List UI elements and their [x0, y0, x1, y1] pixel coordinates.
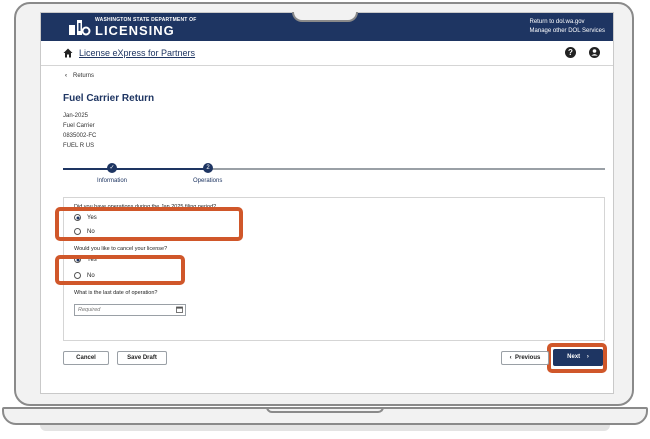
- user-account-icon[interactable]: [589, 47, 600, 58]
- stepper-line-complete: [63, 168, 209, 170]
- highlight-cancel-question: [55, 255, 185, 285]
- return-to-dol-link[interactable]: Return to dol.wa.gov: [530, 18, 605, 27]
- meta-license-number: 0835002-FC: [63, 133, 97, 139]
- app-header: License eXpress for Partners ?: [41, 41, 613, 66]
- chevron-left-icon: ‹: [65, 73, 67, 79]
- next-button[interactable]: Next ›: [553, 349, 603, 366]
- stepper-line-remaining: [209, 168, 605, 170]
- meta-business-name: FUEL R US: [63, 143, 95, 149]
- step-information-check-icon: ✓: [107, 163, 117, 173]
- agency-name-big: LICENSING: [95, 22, 175, 38]
- home-icon[interactable]: [63, 48, 73, 58]
- dol-logo-icon: [69, 20, 91, 36]
- help-icon[interactable]: ?: [565, 47, 576, 58]
- next-label: Next: [567, 354, 581, 360]
- laptop-screen: WASHINGTON STATE DEPARTMENT OF LICENSING…: [40, 12, 614, 394]
- progress-stepper: ✓ 2 Information Operations: [63, 163, 605, 187]
- save-draft-button[interactable]: Save Draft: [117, 351, 167, 365]
- highlight-operations-question: [55, 207, 243, 241]
- meta-license-type: Fuel Carrier: [63, 123, 95, 129]
- calendar-icon[interactable]: [176, 306, 183, 313]
- return-metadata: Jan-2025 Fuel Carrier 0835002-FC FUEL R …: [63, 111, 96, 151]
- laptop-base-foot: [40, 425, 610, 431]
- cancel-button[interactable]: Cancel: [63, 351, 109, 365]
- previous-button[interactable]: ‹ Previous: [501, 351, 549, 365]
- agency-name-small: WASHINGTON STATE DEPARTMENT OF: [95, 16, 197, 23]
- step-operations-number: 2: [203, 163, 213, 173]
- laptop-camera-notch: [292, 12, 358, 22]
- step-operations-label: Operations: [193, 178, 223, 184]
- page-title: Fuel Carrier Return: [63, 93, 155, 104]
- step-information-label[interactable]: Information: [97, 178, 127, 184]
- previous-label: Previous: [514, 355, 541, 361]
- chevron-right-icon: ›: [586, 354, 589, 360]
- top-links: Return to dol.wa.gov Manage other DOL Se…: [530, 18, 605, 36]
- chevron-left-icon: ‹: [509, 355, 512, 361]
- meta-period: Jan-2025: [63, 113, 89, 119]
- back-label: Returns: [73, 73, 95, 79]
- dol-logo[interactable]: WASHINGTON STATE DEPARTMENT OF LICENSING: [67, 17, 196, 37]
- back-to-returns-link[interactable]: ‹ Returns: [65, 73, 94, 79]
- last-date-input[interactable]: [74, 304, 186, 316]
- question-cancel-license: Would you like to cancel your license?: [74, 246, 168, 252]
- manage-services-link[interactable]: Manage other DOL Services: [530, 27, 605, 36]
- laptop-base-groove: [266, 407, 384, 413]
- question-last-date: What is the last date of operation?: [74, 290, 158, 296]
- app-title-link[interactable]: License eXpress for Partners: [79, 48, 195, 58]
